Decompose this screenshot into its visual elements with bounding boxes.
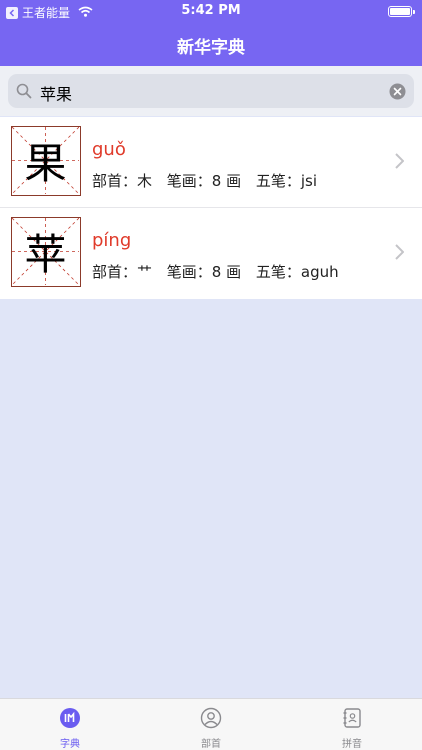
tab-pinyin[interactable]: 拼音 (312, 707, 392, 750)
chevron-right-icon (395, 153, 405, 173)
battery-icon (388, 6, 415, 17)
clear-icon[interactable] (389, 83, 406, 104)
search-query[interactable]: 苹果 (40, 81, 72, 105)
tab-label: 字典 (60, 739, 80, 750)
app-header: 王者能量 5:42 PM 新华字典 (0, 0, 422, 66)
character: 苹 (24, 230, 67, 279)
status-time: 5:42 PM (181, 3, 241, 18)
page-title: 新华字典 (177, 38, 245, 58)
search-bar-container: 苹果 (0, 66, 422, 116)
tab-label: 部首 (201, 739, 221, 750)
result-row[interactable]: 果 guǒ 部首：木 笔画：8 画 五笔：jsi (0, 117, 422, 208)
pinyin: píng (92, 230, 132, 251)
wubi: 五笔：jsi (255, 172, 318, 190)
character-meta: 部首：木 笔画：8 画 五笔：jsi (92, 170, 327, 191)
result-row[interactable]: 苹 píng 部首：艹 笔画：8 画 五笔：aguh (0, 208, 422, 299)
search-icon (16, 83, 32, 103)
chevron-right-icon (395, 244, 405, 264)
radical: 部首：艹 (92, 263, 153, 281)
search-input[interactable]: 苹果 (8, 74, 414, 108)
character: 果 (24, 139, 67, 188)
status-bar: 王者能量 5:42 PM (0, 0, 422, 22)
tab-radicals[interactable]: 部首 (171, 707, 251, 750)
pinyin: guǒ (92, 139, 126, 160)
strokes: 笔画：8 画 (166, 172, 242, 190)
radical: 部首：木 (92, 172, 153, 190)
tab-bar: 字典 部首 拼音 (0, 698, 422, 750)
strokes: 笔画：8 画 (166, 263, 242, 281)
character-meta: 部首：艹 笔画：8 画 五笔：aguh (92, 261, 349, 282)
wubi: 五笔：aguh (255, 263, 339, 281)
tab-dictionary[interactable]: 字典 (30, 707, 110, 750)
contacts-book-icon (341, 708, 363, 733)
character-grid: 果 (11, 126, 81, 196)
person-icon (200, 707, 222, 733)
dictionary-icon (59, 708, 81, 733)
result-list: 果 guǒ 部首：木 笔画：8 画 五笔：jsi 苹 píng 部首：艹 笔画：… (0, 117, 422, 299)
tab-label: 拼音 (342, 739, 362, 750)
character-grid: 苹 (11, 217, 81, 287)
